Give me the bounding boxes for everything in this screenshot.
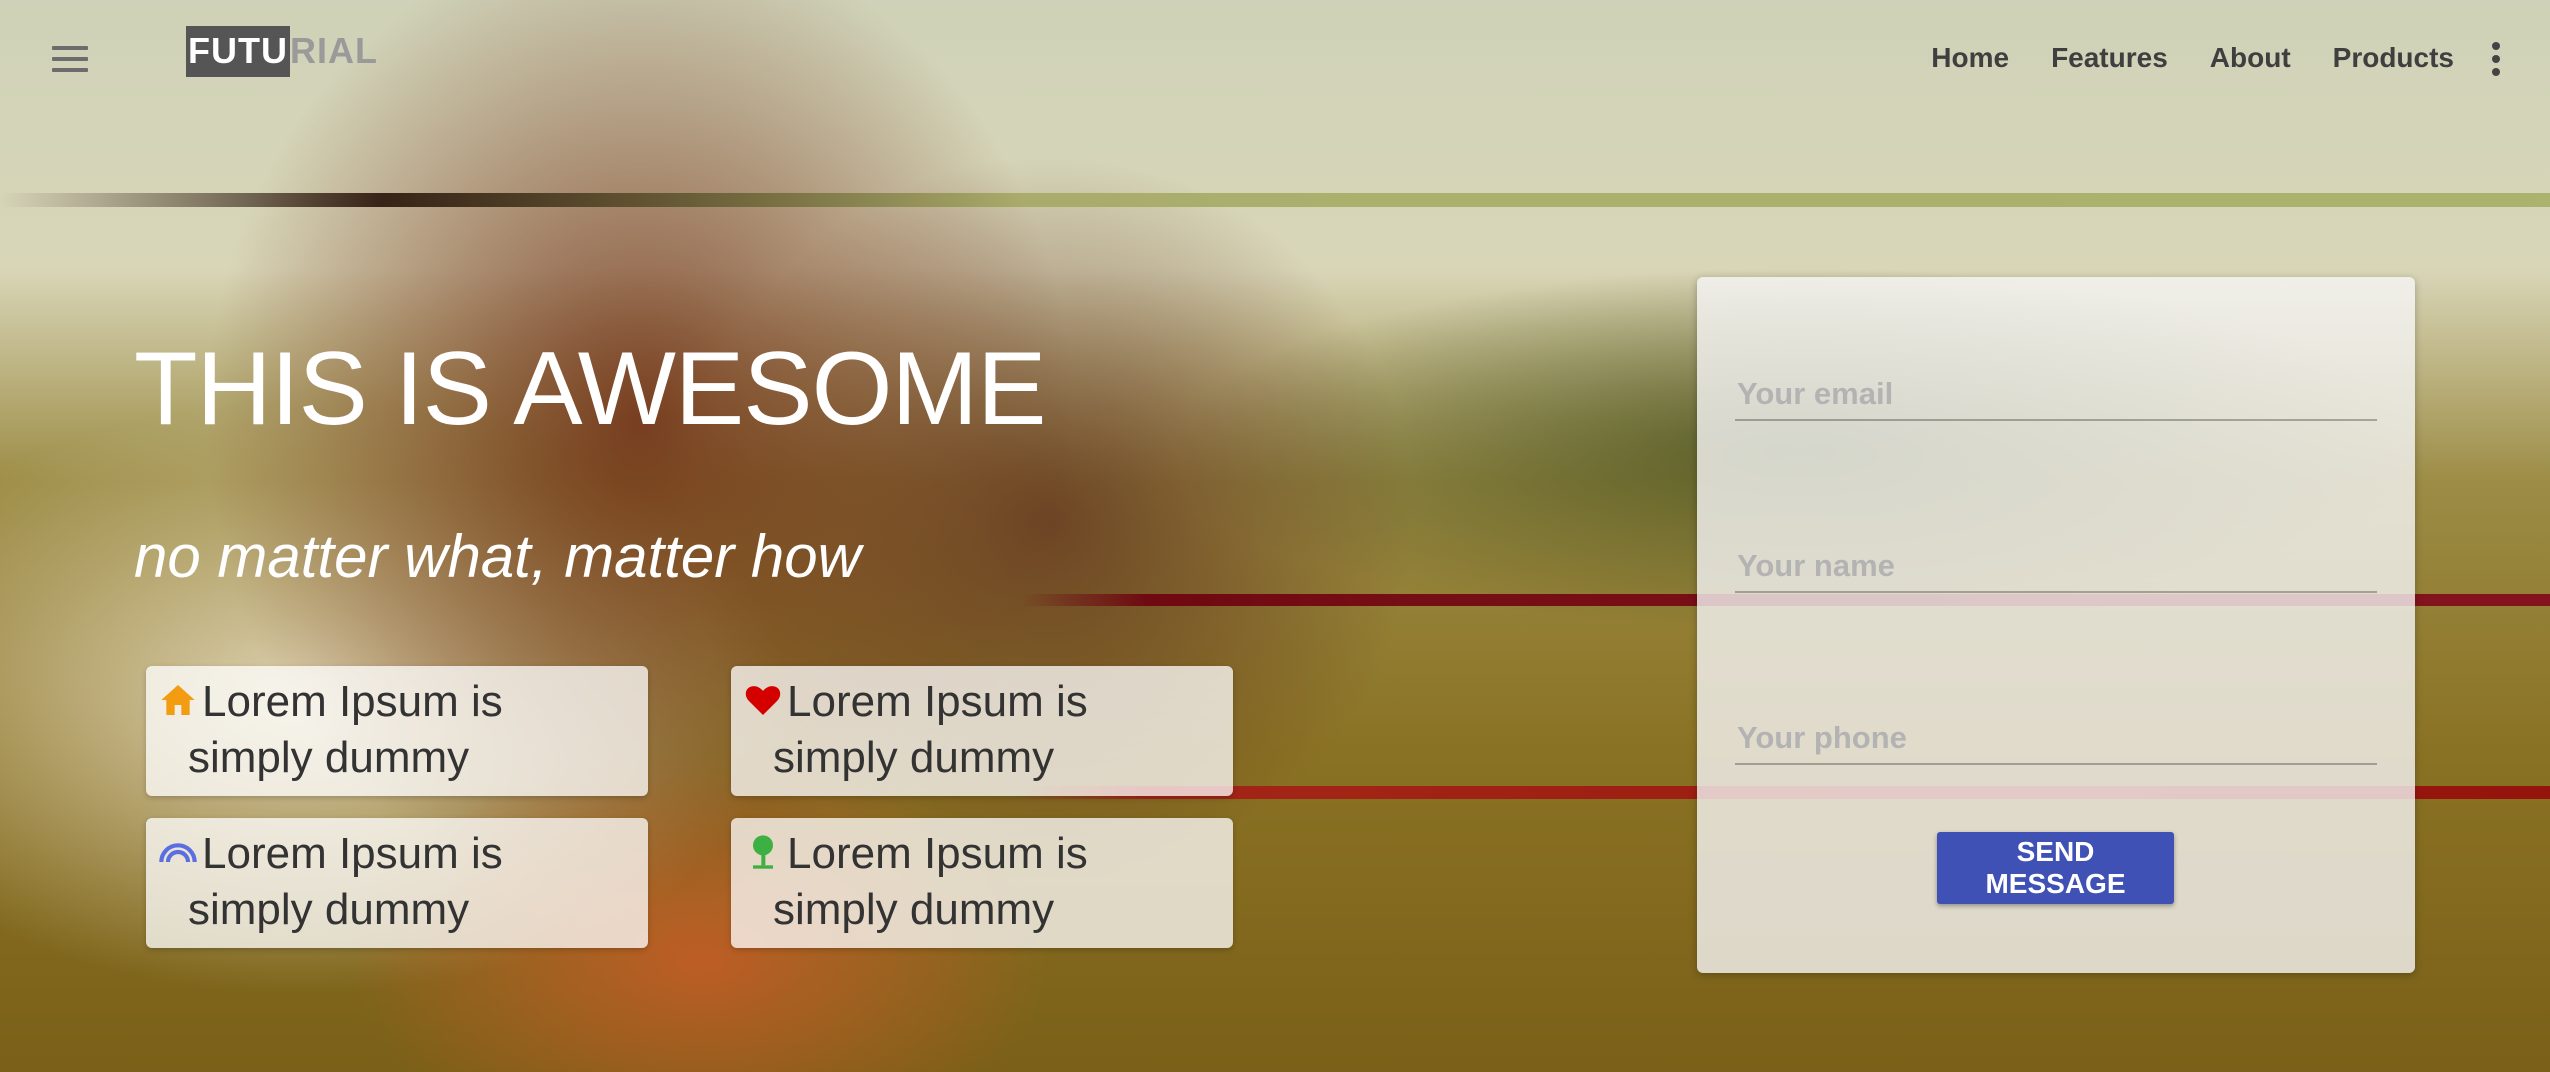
email-field-wrapper xyxy=(1735,367,2381,421)
name-field-wrapper xyxy=(1735,539,2381,593)
feature-text: Lorem Ipsum is simply dummy xyxy=(773,677,1088,782)
phone-field-wrapper xyxy=(1735,711,2381,765)
feature-card: Lorem Ipsum is simply dummy xyxy=(146,818,648,948)
logo-text-rest: RIAL xyxy=(289,30,378,71)
hero-subtitle: no matter what, matter how xyxy=(134,523,861,590)
top-navbar: FUTURIAL Home Features About Products xyxy=(0,0,2550,120)
contact-form: SEND MESSAGE xyxy=(1697,277,2415,973)
send-message-button[interactable]: SEND MESSAGE xyxy=(1937,832,2174,904)
site-logo[interactable]: FUTURIAL xyxy=(186,26,378,77)
hamburger-icon[interactable] xyxy=(52,46,88,79)
nav-link-features[interactable]: Features xyxy=(2051,42,2168,74)
name-field[interactable] xyxy=(1735,539,2381,593)
nav-link-about[interactable]: About xyxy=(2210,42,2291,74)
phone-field[interactable] xyxy=(1735,711,2381,765)
feature-card: Lorem Ipsum is simply dummy xyxy=(731,818,1233,948)
feature-text: Lorem Ipsum is simply dummy xyxy=(188,677,503,782)
decorative-stripe xyxy=(0,193,2550,207)
more-vert-icon[interactable] xyxy=(2492,42,2502,81)
nav-link-products[interactable]: Products xyxy=(2333,42,2454,74)
email-field[interactable] xyxy=(1735,367,2381,421)
feature-card: Lorem Ipsum is simply dummy xyxy=(731,666,1233,796)
feature-text: Lorem Ipsum is simply dummy xyxy=(188,829,503,934)
feature-text: Lorem Ipsum is simply dummy xyxy=(773,829,1088,934)
nav-link-home[interactable]: Home xyxy=(1931,42,2009,74)
main-menu: Home Features About Products xyxy=(1931,42,2454,74)
feature-card: Lorem Ipsum is simply dummy xyxy=(146,666,648,796)
hero-title: THIS IS AWESOME xyxy=(134,331,1047,447)
logo-text-highlight: FUTU xyxy=(186,26,290,77)
